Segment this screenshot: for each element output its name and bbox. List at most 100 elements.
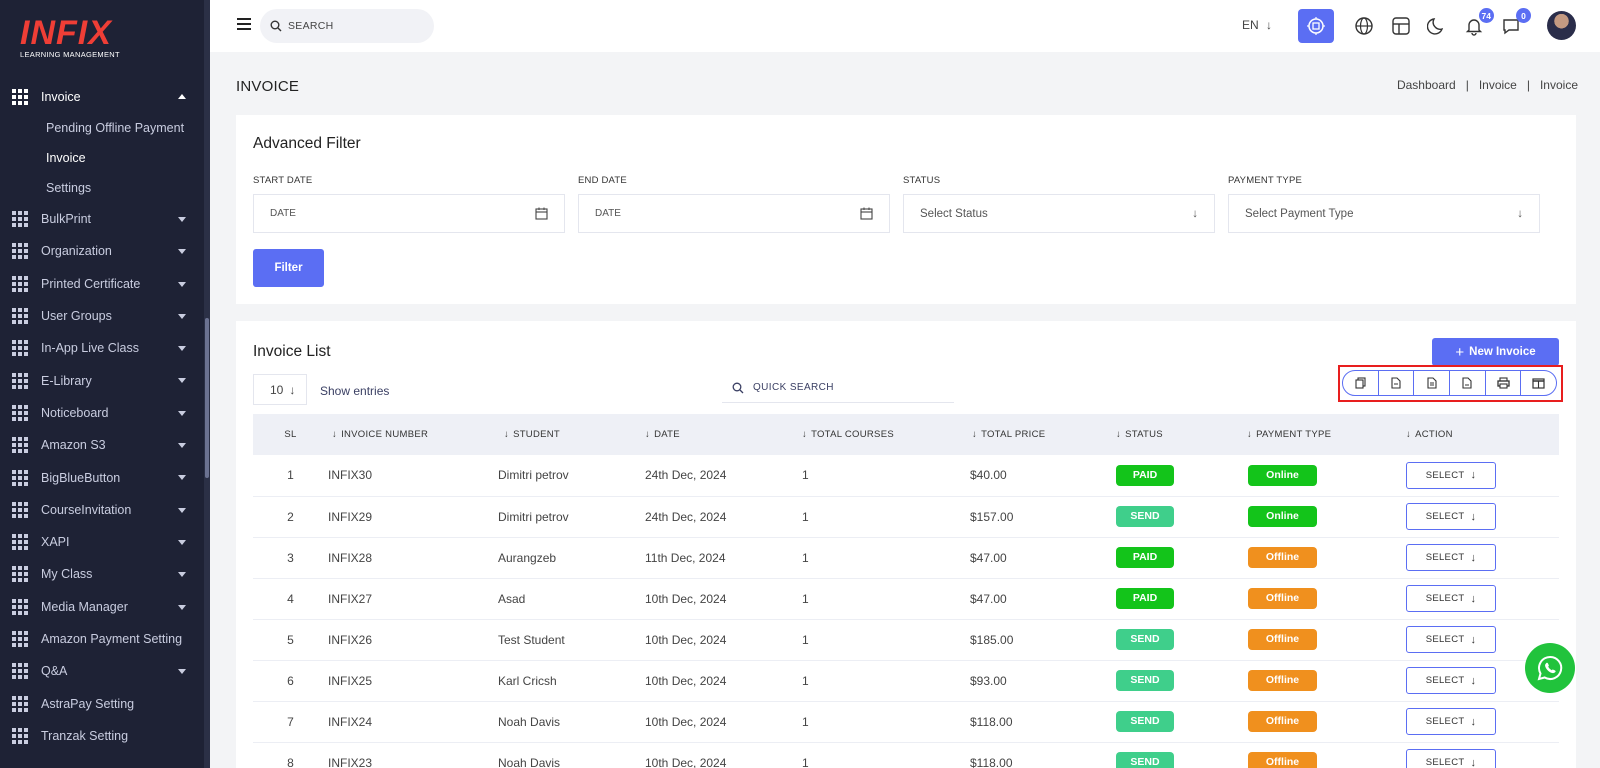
entries-value: 10	[270, 382, 284, 397]
action-select-button[interactable]: SELECT ↓	[1406, 544, 1496, 571]
cell-status: SEND	[1110, 496, 1241, 537]
sidebar-item[interactable]: BigBlueButton	[0, 461, 204, 493]
excel-icon[interactable]	[1414, 371, 1451, 395]
cell-student: Test Student	[498, 632, 565, 647]
sidebar-item-label: BulkPrint	[41, 212, 92, 227]
cell-action: SELECT ↓	[1400, 537, 1559, 578]
calendar-icon[interactable]	[860, 207, 873, 220]
sort-arrow-icon: ↓	[645, 429, 651, 440]
cell-sl: 1	[287, 468, 294, 483]
whatsapp-button[interactable]	[1525, 643, 1575, 693]
sidebar-item[interactable]: Tranzak Setting	[0, 720, 204, 752]
hamburger-menu-icon[interactable]	[237, 18, 251, 30]
action-select-button[interactable]: SELECT ↓	[1406, 503, 1496, 530]
cell-date: 10th Dec, 2024	[645, 591, 727, 606]
global-search[interactable]	[260, 9, 434, 43]
sidebar-scrollbar[interactable]	[204, 0, 210, 768]
action-select-button[interactable]: SELECT ↓	[1406, 461, 1496, 489]
column-header[interactable]: ↓ STATUS	[1110, 414, 1241, 455]
notification-bell-icon[interactable]: 74	[1462, 8, 1494, 38]
column-header[interactable]: ↓ DATE	[645, 414, 802, 455]
sidebar-item[interactable]: Media Manager	[0, 591, 204, 623]
action-select-button[interactable]: SELECT ↓	[1406, 708, 1496, 735]
sidebar-item[interactable]: Amazon S3	[0, 429, 204, 461]
action-select-button[interactable]: SELECT ↓	[1406, 749, 1496, 768]
new-invoice-button[interactable]: + New Invoice	[1432, 338, 1559, 366]
sidebar-item[interactable]: Noticeboard	[0, 397, 204, 429]
sidebar-item[interactable]: BulkPrint	[0, 203, 204, 235]
start-date-input[interactable]: DATE	[253, 194, 565, 233]
cell-payment-type: Offline	[1241, 660, 1400, 701]
caret-down-icon	[178, 378, 186, 384]
status-select[interactable]: Select Status ↓	[903, 194, 1215, 233]
sidebar-item[interactable]: E-Library	[0, 364, 204, 396]
columns-icon[interactable]	[1521, 371, 1556, 395]
sidebar-item-label: Tranzak Setting	[41, 728, 129, 743]
quick-search[interactable]	[722, 373, 954, 403]
column-header[interactable]: ↓ TOTAL PRICE	[966, 414, 1110, 455]
column-header[interactable]: ↓ INVOICE NUMBER	[328, 414, 498, 455]
sidebar-item-label: Printed Certificate	[41, 276, 141, 291]
avatar[interactable]	[1547, 11, 1576, 40]
language-selector[interactable]: EN ↓	[1242, 18, 1272, 32]
moon-icon[interactable]	[1425, 14, 1449, 38]
copy-icon[interactable]	[1343, 371, 1379, 395]
sidebar-item[interactable]: Organization	[0, 235, 204, 267]
arrow-down-icon: ↓	[1470, 633, 1477, 646]
cell-sl: 7	[287, 714, 294, 729]
action-select-button[interactable]: SELECT ↓	[1406, 585, 1496, 612]
plus-icon: +	[1455, 343, 1465, 361]
globe-icon[interactable]	[1352, 14, 1376, 38]
payment-type-badge: Offline	[1248, 711, 1317, 732]
sidebar-item[interactable]: My Class	[0, 558, 204, 590]
cpu-button[interactable]	[1298, 9, 1334, 43]
filter-button[interactable]: Filter	[253, 249, 324, 287]
print-icon[interactable]	[1486, 371, 1522, 395]
end-date-input[interactable]: DATE	[578, 194, 890, 233]
sidebar-item-label: Invoice	[41, 89, 81, 104]
cell-student: Karl Cricsh	[498, 673, 557, 688]
pdf-icon[interactable]	[1450, 371, 1486, 395]
payment-type-select[interactable]: Select Payment Type ↓	[1228, 194, 1540, 233]
sidebar-item[interactable]: Q&A	[0, 655, 204, 687]
submenu-item[interactable]: Settings	[0, 173, 204, 203]
brand-logo[interactable]: INFIX LEARNING MANAGEMENT	[20, 16, 120, 59]
submenu-item[interactable]: Invoice	[0, 143, 204, 173]
cell-action: SELECT ↓	[1400, 578, 1559, 619]
scrollbar-thumb[interactable]	[205, 318, 209, 478]
invoice-list-title: Invoice List	[253, 343, 331, 360]
sidebar-item-invoice[interactable]: Invoice	[0, 80, 204, 113]
action-select-label: SELECT	[1425, 634, 1465, 645]
entries-select[interactable]: 10 ↓	[253, 374, 307, 405]
sidebar-item[interactable]: User Groups	[0, 300, 204, 332]
chat-icon[interactable]: 0	[1499, 8, 1531, 38]
sidebar-item[interactable]: In-App Live Class	[0, 332, 204, 364]
csv-icon[interactable]	[1379, 371, 1415, 395]
table-row: 3 INFIX28 Aurangzeb 11th Dec, 2024 1 $47.00 PA…	[253, 537, 1559, 578]
breadcrumb-invoice[interactable]: Invoice	[1479, 78, 1517, 92]
status-badge: SEND	[1116, 711, 1174, 732]
column-header[interactable]: ↓ ACTION	[1400, 414, 1559, 455]
sidebar-item[interactable]: CourseInvitation	[0, 494, 204, 526]
column-header[interactable]: ↓ STUDENT	[498, 414, 645, 455]
layout-icon[interactable]	[1389, 14, 1413, 38]
submenu-item[interactable]: Pending Offline Payment	[0, 113, 204, 143]
calendar-icon[interactable]	[535, 207, 548, 220]
cell-status: PAID	[1110, 578, 1241, 619]
column-header[interactable]: ↓ TOTAL COURSES	[802, 414, 966, 455]
table-row: 4 INFIX27 Asad 10th Dec, 2024 1 $47.00 PAID Off…	[253, 578, 1559, 619]
quick-search-input[interactable]	[753, 382, 933, 393]
cell-action: SELECT ↓	[1400, 455, 1559, 496]
action-select-button[interactable]: SELECT ↓	[1406, 667, 1496, 694]
sidebar-item[interactable]: Amazon Payment Setting	[0, 623, 204, 655]
search-input[interactable]	[288, 20, 418, 32]
breadcrumb-dashboard[interactable]: Dashboard	[1397, 78, 1456, 92]
sidebar-item[interactable]: Printed Certificate	[0, 268, 204, 300]
sort-arrow-icon: ↓	[802, 429, 808, 440]
cell-payment-type: Offline	[1241, 619, 1400, 660]
action-select-button[interactable]: SELECT ↓	[1406, 626, 1496, 653]
sidebar-item-label: BigBlueButton	[41, 470, 121, 485]
sidebar-item[interactable]: XAPI	[0, 526, 204, 558]
sidebar-item[interactable]: AstraPay Setting	[0, 687, 204, 719]
column-header[interactable]: ↓ PAYMENT TYPE	[1241, 414, 1400, 455]
